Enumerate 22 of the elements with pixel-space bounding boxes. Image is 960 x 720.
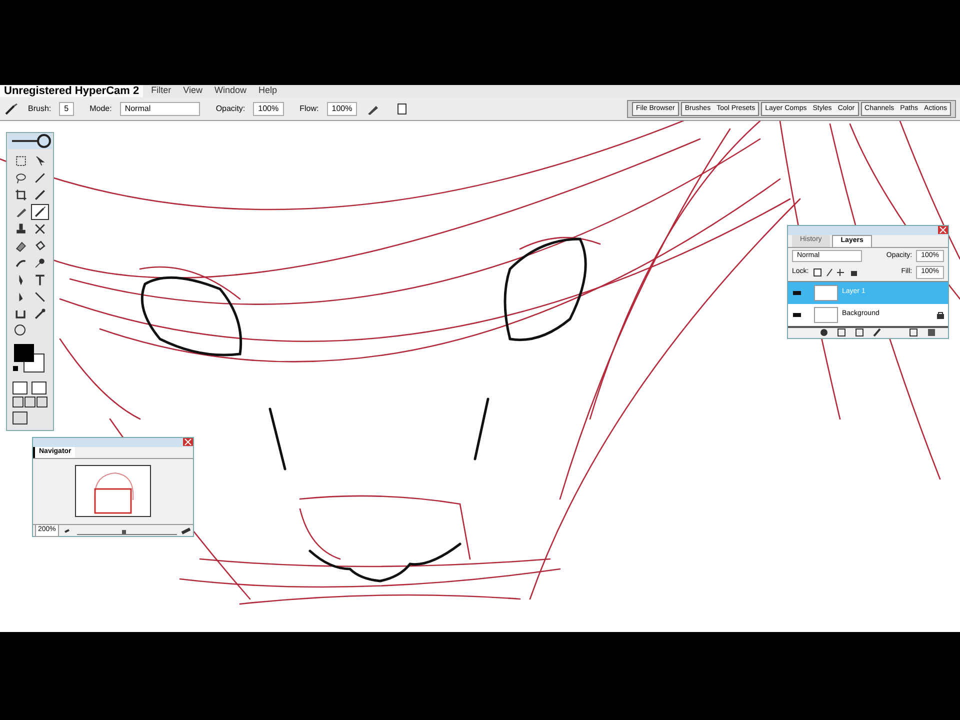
recorder-caption: Unregistered HyperCam 2 <box>0 85 144 97</box>
layer-thumbnail <box>814 284 838 300</box>
menu-item[interactable]: View <box>183 85 202 95</box>
flow-field[interactable]: 100% <box>326 102 358 116</box>
menu-item[interactable]: Help <box>258 85 277 95</box>
zoom-slider-thumb[interactable] <box>122 530 126 534</box>
brush-size-picker[interactable]: 5 <box>59 102 74 116</box>
brush-icon[interactable] <box>30 204 48 220</box>
mode-dropdown[interactable]: Normal <box>120 102 200 116</box>
menu-item[interactable]: Filter <box>151 85 172 95</box>
menu-item[interactable]: Window <box>214 85 246 95</box>
close-icon[interactable] <box>183 438 193 446</box>
document-icon[interactable] <box>397 102 408 114</box>
brush-label: Brush: <box>28 102 52 114</box>
mode-buttons-icon[interactable] <box>10 380 50 426</box>
close-icon[interactable] <box>938 226 948 234</box>
opacity-label: Opacity: <box>216 102 246 114</box>
brush-tool-icon[interactable] <box>4 102 20 116</box>
layer-thumbnail <box>814 306 838 322</box>
mode-label: Mode: <box>90 102 112 114</box>
flow-label: Flow: <box>300 102 319 114</box>
opacity-field[interactable]: 100% <box>253 102 284 116</box>
